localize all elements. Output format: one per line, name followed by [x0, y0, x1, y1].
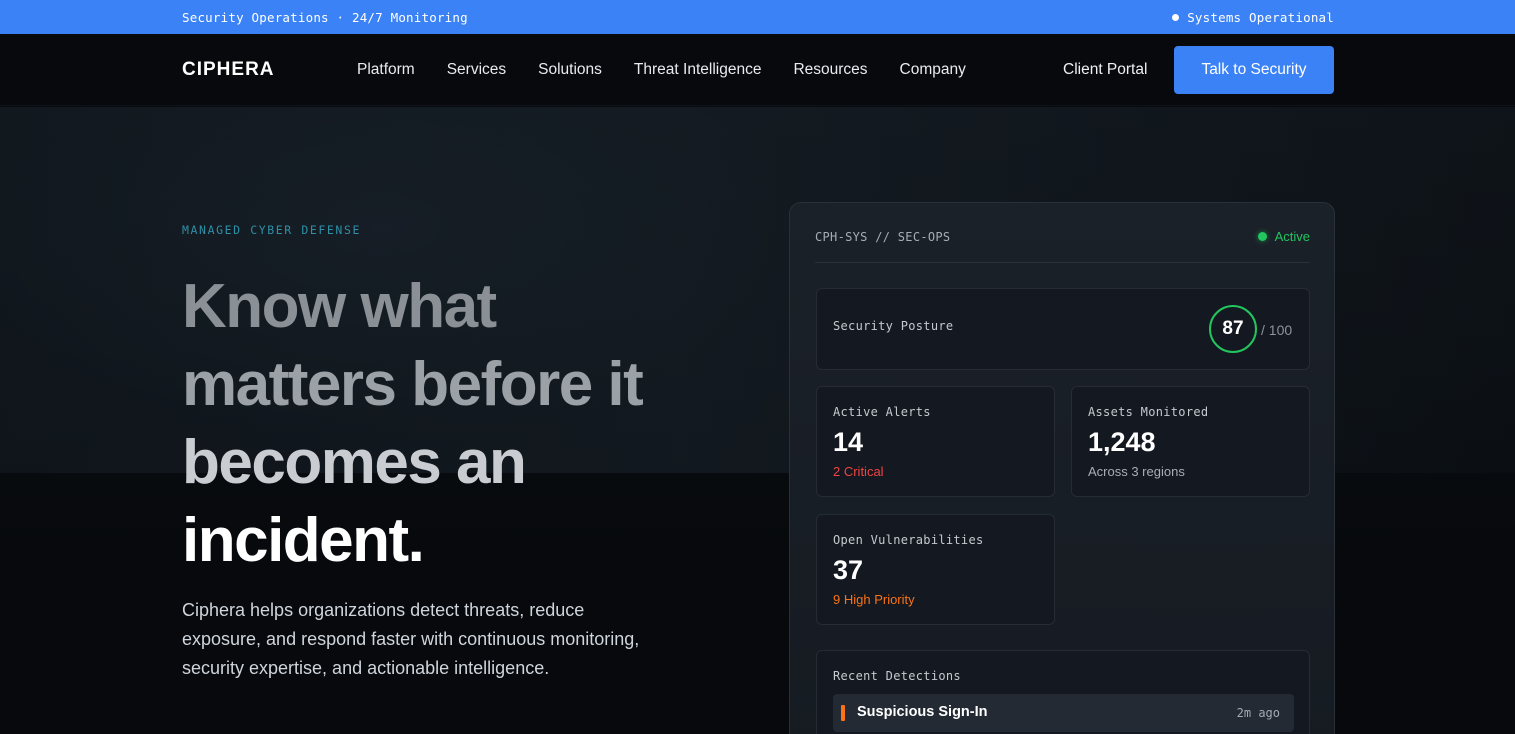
alerts-critical-count: 2 Critical — [833, 464, 884, 479]
nav-item-solutions[interactable]: Solutions — [538, 61, 602, 79]
detection-time: 2m ago — [1236, 706, 1280, 720]
hero-description: Ciphera helps organizations detect threa… — [182, 600, 640, 678]
headline-line-4: incident. — [182, 506, 425, 575]
headline-line-2: matters before it — [182, 350, 644, 419]
active-dot-icon — [1257, 232, 1267, 241]
assets-monitored-card[interactable]: Assets Monitored 1,248 Across 3 regions — [1071, 386, 1310, 497]
recent-detections-card: Recent Detections Suspicious Sign-In 2m … — [816, 650, 1310, 734]
headline-line-3: becomes an — [182, 428, 527, 497]
security-posture-card: Security Posture 87 / 100 — [816, 288, 1310, 370]
active-alerts-card[interactable]: Active Alerts 14 2 Critical — [816, 386, 1055, 497]
open-vulnerabilities-card[interactable]: Open Vulnerabilities 37 9 High Priority — [816, 514, 1055, 625]
talk-to-security-button[interactable]: Talk to Security — [1174, 46, 1334, 94]
nav-item-platform[interactable]: Platform — [357, 61, 415, 79]
nav-item-resources[interactable]: Resources — [793, 61, 867, 79]
status-dot-icon — [1172, 13, 1180, 21]
system-id: CPH-SYS // SEC-OPS — [815, 230, 951, 244]
system-status-text: Systems Operational — [1187, 9, 1334, 25]
logo[interactable]: CIPHERA — [182, 59, 275, 81]
severity-indicator-icon — [841, 705, 845, 721]
detection-title: Suspicious Sign-In — [857, 704, 988, 720]
recent-detections-label: Recent Detections — [833, 669, 961, 683]
main-navigation: CIPHERA Platform Services Solutions Thre… — [0, 34, 1515, 106]
nav-item-services[interactable]: Services — [447, 61, 506, 79]
client-portal-link[interactable]: Client Portal — [1063, 61, 1147, 79]
status-text: Active — [1274, 229, 1310, 244]
hero-eyebrow: MANAGED CYBER DEFENSE — [182, 223, 361, 237]
headline-line-1: Know what — [182, 272, 497, 341]
alerts-count: 14 — [833, 427, 864, 457]
posture-label: Security Posture — [833, 319, 954, 333]
assets-count: 1,248 — [1088, 427, 1156, 457]
system-status: Systems Operational — [1172, 10, 1334, 25]
assets-label: Assets Monitored — [1088, 405, 1209, 419]
posture-max: / 100 — [1261, 322, 1293, 338]
panel-header: CPH-SYS // SEC-OPS Active — [815, 229, 1310, 263]
hero-headline: Know what matters before it becomes an i… — [182, 268, 742, 580]
top-announcement-bar: Security Operations · 24/7 Monitoring Sy… — [0, 0, 1515, 34]
vulns-label: Open Vulnerabilities — [833, 533, 984, 547]
nav-item-threat-intelligence[interactable]: Threat Intelligence — [634, 61, 762, 79]
status-badge: Active — [1257, 229, 1310, 244]
detection-item[interactable]: Suspicious Sign-In 2m ago — [833, 694, 1294, 732]
posture-score-ring: 87 — [1209, 305, 1257, 353]
vulns-high-priority: 9 High Priority — [833, 592, 915, 607]
nav-item-company[interactable]: Company — [900, 61, 966, 79]
alerts-label: Active Alerts — [833, 405, 931, 419]
assets-regions: Across 3 regions — [1088, 464, 1185, 479]
vulns-count: 37 — [833, 555, 864, 585]
topbar-text: Security Operations · 24/7 Monitoring — [182, 9, 468, 25]
nav-menu: Platform Services Solutions Threat Intel… — [357, 61, 966, 79]
security-dashboard-panel: CPH-SYS // SEC-OPS Active Security Postu… — [789, 202, 1335, 734]
